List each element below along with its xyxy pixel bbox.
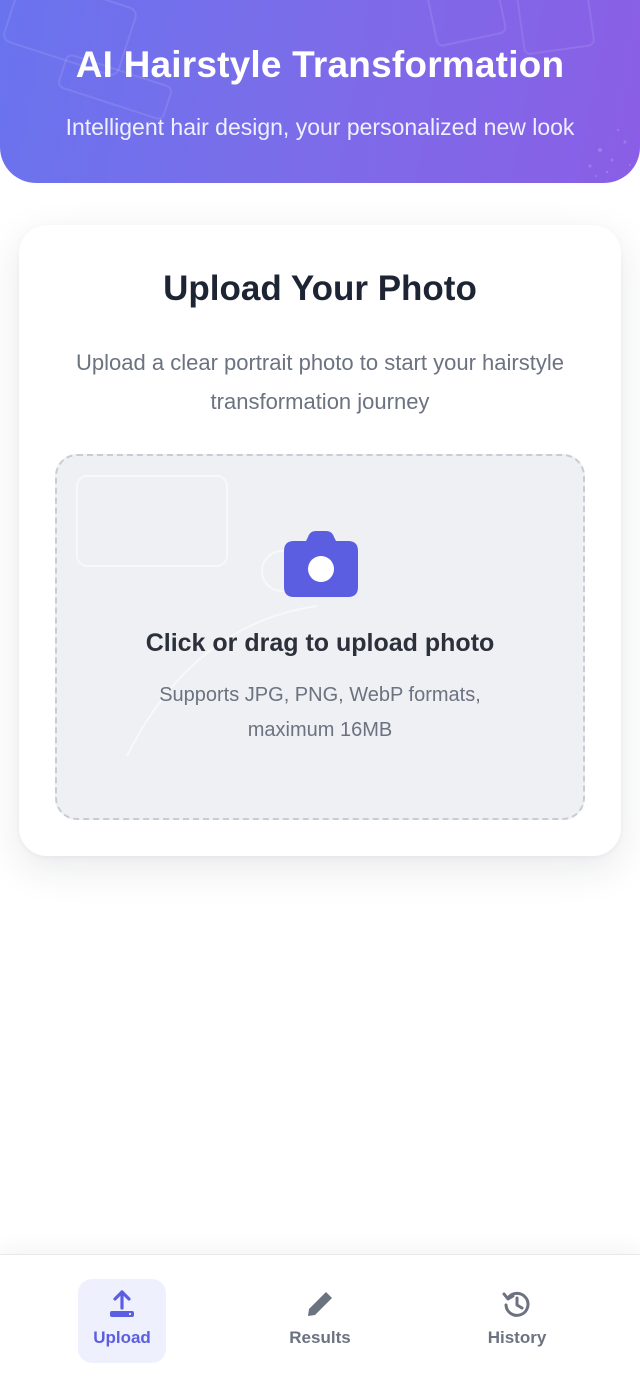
- app-subtitle: Intelligent hair design, your personaliz…: [65, 114, 575, 140]
- nav-label-upload: Upload: [93, 1328, 151, 1347]
- nav-results[interactable]: Results: [276, 1279, 364, 1363]
- card-title: Upload Your Photo: [163, 269, 477, 308]
- hero-header: AI Hairstyle Transformation Intelligent …: [0, 0, 640, 183]
- upload-card: Upload Your Photo Upload a clear portrai…: [19, 225, 621, 856]
- app-title: AI Hairstyle Transformation: [75, 44, 565, 85]
- header-background-pattern: [3, 0, 631, 177]
- pencil-icon: [308, 1292, 332, 1316]
- dropzone-hint: Supports JPG, PNG, WebP formats, maximum…: [159, 684, 481, 741]
- nav-label-history: History: [487, 1328, 547, 1347]
- nav-upload[interactable]: Upload: [78, 1279, 166, 1363]
- nav-label-results: Results: [289, 1328, 351, 1347]
- nav-history[interactable]: History: [473, 1279, 561, 1363]
- photo-dropzone[interactable]: Click or drag to upload photo Supports J…: [55, 454, 585, 820]
- upload-icon: [110, 1290, 134, 1317]
- history-icon: [502, 1291, 530, 1317]
- camera-icon: [284, 531, 358, 597]
- app-screen: AI Hairstyle Transformation Intelligent …: [0, 0, 640, 1387]
- dropzone-title: Click or drag to upload photo: [145, 629, 495, 657]
- card-description: Upload a clear portrait photo to start y…: [76, 350, 564, 414]
- bottom-navigation: Upload Results History: [0, 1254, 640, 1387]
